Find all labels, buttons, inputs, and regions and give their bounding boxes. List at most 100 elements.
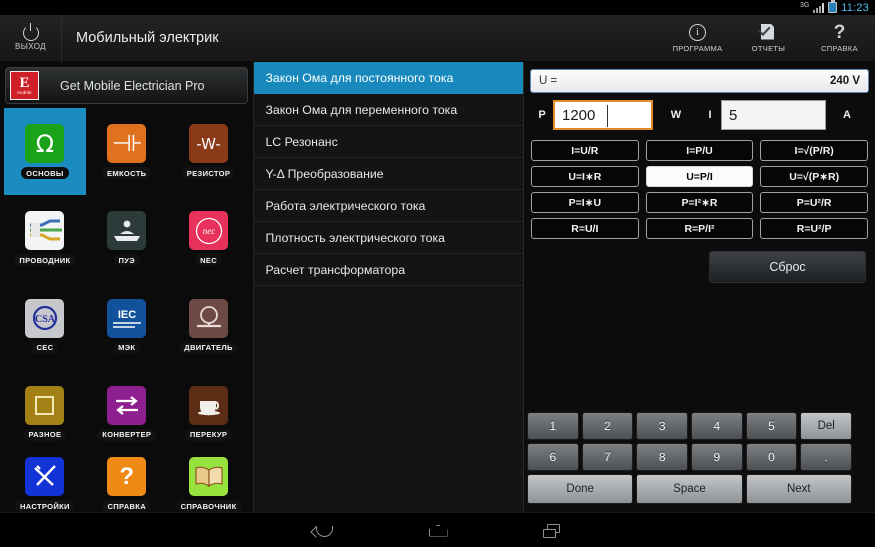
wire-icon: [25, 211, 65, 251]
formula-button[interactable]: R=P/I²: [645, 218, 754, 239]
list-item-label: Закон Ома для переменного тока: [265, 102, 458, 117]
key-3[interactable]: 3: [636, 412, 689, 440]
help-button[interactable]: ? СПРАВКА: [804, 15, 875, 62]
key-7[interactable]: 7: [581, 443, 634, 471]
tile-label: ДВИГАТЕЛЬ: [179, 341, 238, 354]
home-icon[interactable]: [425, 521, 451, 541]
info-icon: i: [689, 23, 706, 41]
power-icon: [22, 23, 39, 41]
tile-label: СПРАВОЧНИК: [175, 500, 242, 512]
sidebar-item-cec[interactable]: CSA CEC: [4, 283, 86, 370]
back-icon[interactable]: [311, 521, 337, 541]
motor-icon: [189, 298, 229, 338]
key-done[interactable]: Done: [527, 474, 634, 504]
program-label: ПРОГРАММА: [672, 43, 723, 53]
promo-banner[interactable]: E mobile Get Mobile Electrician Pro: [5, 67, 249, 104]
sidebar-item-rezistor[interactable]: -W- РЕЗИСТОР: [168, 108, 250, 195]
capacitor-icon: ⊣⊦: [107, 124, 147, 164]
svg-text:nec: nec: [202, 226, 215, 236]
key-8[interactable]: 8: [636, 443, 689, 471]
signal-icon: [813, 2, 825, 13]
current-input[interactable]: 5: [721, 100, 826, 130]
list-item[interactable]: Расчет трансформатора: [254, 254, 523, 286]
list-item[interactable]: Закон Ома для переменного тока: [254, 94, 523, 126]
coffee-icon: [189, 385, 229, 425]
result-label: U =: [539, 75, 558, 87]
input-row: P 1200 W I 5 A: [531, 98, 868, 132]
power-unit-label: W: [670, 109, 682, 121]
keyboard-row-3: Done Space Next: [527, 474, 852, 504]
square-icon: [25, 385, 65, 425]
formula-button[interactable]: I=√(P/R): [760, 140, 868, 161]
key-0[interactable]: 0: [745, 443, 798, 471]
svg-text:IEC: IEC: [118, 309, 136, 321]
tile-label: РЕЗИСТОР: [181, 167, 236, 180]
formula-button-active[interactable]: U=P/I: [645, 166, 754, 187]
sidebar-item-emkost[interactable]: ⊣⊦ ЕМКОСТЬ: [86, 108, 168, 195]
key-2[interactable]: 2: [581, 412, 634, 440]
report-icon: [757, 22, 777, 41]
key-1[interactable]: 1: [527, 412, 579, 440]
reset-button[interactable]: Сброс: [709, 251, 866, 283]
current-symbol-label: I: [708, 109, 712, 121]
power-input[interactable]: 1200: [553, 100, 653, 130]
tile-label: МЭК: [113, 341, 141, 354]
formula-button[interactable]: P=U²/R: [760, 192, 868, 213]
list-item[interactable]: Закон Ома для постоянного тока: [254, 62, 523, 94]
list-item[interactable]: Плотность электрического тока: [254, 222, 523, 254]
tile-label: ПУЭ: [113, 254, 140, 267]
formula-button[interactable]: R=U²/P: [760, 218, 868, 239]
result-bar: U = 240 V: [530, 69, 869, 93]
key-9[interactable]: 9: [691, 443, 743, 471]
status-bar: 3G 11:23: [0, 0, 875, 15]
exit-label: ВЫХОД: [15, 42, 46, 51]
key-space[interactable]: Space: [636, 474, 743, 504]
list-item[interactable]: LC Резонанс: [254, 126, 523, 158]
sidebar-item-spravka[interactable]: ? СПРАВКА: [86, 457, 168, 512]
help-icon: ?: [833, 21, 846, 43]
formula-button[interactable]: R=U/I: [531, 218, 639, 239]
formula-button[interactable]: P=I∗U: [531, 192, 639, 213]
sidebar-item-dvigatel[interactable]: ДВИГАТЕЛЬ: [168, 283, 250, 370]
sidebar-item-osnovy[interactable]: Ω ОСНОВЫ: [4, 108, 86, 196]
list-item-label: LC Резонанс: [265, 134, 338, 149]
reports-button[interactable]: ОТЧЕТЫ: [733, 15, 804, 62]
formula-list: Закон Ома для постоянного тока Закон Ома…: [254, 62, 524, 512]
formula-button[interactable]: P=I²∗R: [645, 192, 754, 213]
list-item[interactable]: Y-Δ Преобразование: [254, 158, 523, 190]
sidebar-item-raznoe[interactable]: РАЗНОЕ: [4, 370, 86, 457]
key-delete[interactable]: Del: [800, 412, 853, 440]
formula-button[interactable]: U=I∗R: [531, 166, 639, 187]
key-6[interactable]: 6: [527, 443, 579, 471]
formula-button[interactable]: U=√(P∗R): [760, 166, 868, 187]
sidebar-item-perekur[interactable]: ПЕРЕКУР: [168, 370, 250, 457]
promo-logo-sub: mobile: [17, 89, 32, 95]
key-4[interactable]: 4: [691, 412, 743, 440]
key-5[interactable]: 5: [745, 412, 798, 440]
power-symbol-label: P: [538, 109, 546, 121]
sidebar-item-konverter[interactable]: КОНВЕРТЕР: [86, 370, 168, 457]
exit-button[interactable]: ВЫХОД: [0, 14, 62, 62]
sidebar-item-nastroyki[interactable]: НАСТРОЙКИ: [4, 457, 86, 512]
list-item-label: Расчет трансформатора: [265, 262, 406, 277]
program-button[interactable]: i ПРОГРАММА: [662, 15, 733, 62]
recents-icon[interactable]: [539, 521, 565, 541]
sidebar-item-nec[interactable]: nec NEC: [168, 195, 250, 282]
tile-label: КОНВЕРТЕР: [97, 428, 157, 441]
formula-button[interactable]: I=P/U: [645, 140, 754, 161]
tile-label: ОСНОВЫ: [21, 167, 69, 180]
key-next[interactable]: Next: [745, 474, 852, 504]
list-item-label: Y-Δ Преобразование: [265, 166, 384, 181]
formula-button[interactable]: I=U/R: [531, 140, 639, 161]
key-decimal-point[interactable]: .: [800, 443, 853, 471]
tile-label: ПРОВОДНИК: [14, 254, 76, 267]
sidebar-item-pue[interactable]: ПУЭ: [86, 195, 168, 282]
page-title: Мобильный электрик: [76, 30, 219, 46]
csa-icon: CSA: [25, 298, 65, 338]
sidebar-item-mek[interactable]: IEC МЭК: [86, 283, 168, 370]
sidebar-item-spravochnik[interactable]: СПРАВОЧНИК: [168, 457, 250, 512]
clock-label: 11:23: [841, 1, 869, 14]
list-item[interactable]: Работа электрического тока: [254, 190, 523, 222]
action-bar: ВЫХОД Мобильный электрик i ПРОГРАММА ОТЧ…: [0, 14, 875, 62]
sidebar-item-provodnik[interactable]: ПРОВОДНИК: [4, 195, 86, 282]
